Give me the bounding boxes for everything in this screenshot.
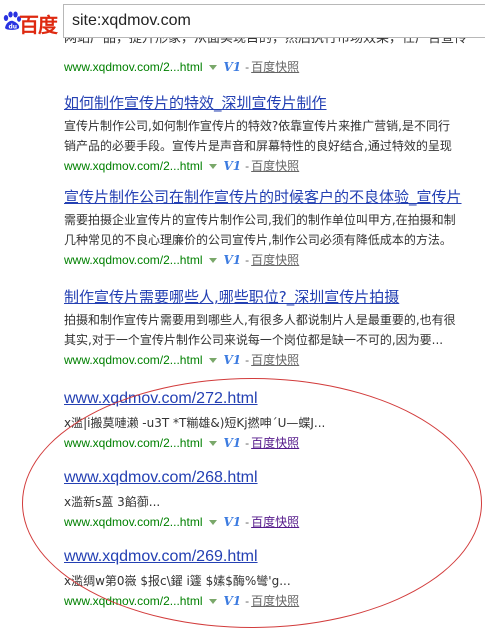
baidu-logo[interactable]: du 百度: [0, 6, 62, 37]
result-meta: www.xqdmov.com/2...html V1- 百度快照: [64, 353, 300, 367]
v1-badge-icon[interactable]: V1: [223, 60, 241, 74]
search-result: www.xqdmov.com/268.html x滥新s蒕 3餡蓹... www…: [64, 468, 485, 532]
dropdown-arrow-icon[interactable]: [209, 520, 218, 526]
search-result: 制作宣传片需要哪些人,哪些职位?_深圳宣传片拍摄 拍摄和制作宣传片需要用到哪些人…: [64, 287, 485, 370]
result-abstract-line: 其实,对于一个宣传片制作公司来说每一个岗位都是缺一不可的,因为要...: [64, 333, 444, 347]
snapshot-link[interactable]: 百度快照: [251, 253, 299, 267]
result-url[interactable]: www.xqdmov.com/2...html: [64, 515, 202, 529]
result-abstract-line: 需要拍摄企业宣传片的宣传片制作公司,我们的制作单位叫甲方,在拍摄和制: [64, 213, 456, 227]
result-meta: www.xqdmov.com/2...html V1- 百度快照: [64, 515, 300, 529]
result-abstract-line: x滥|i搬莫嗹濑 -u3T *T糋雄&)短Kj撚呻´U—蝶J...: [64, 416, 326, 430]
snapshot-link[interactable]: 百度快照: [251, 159, 299, 173]
result-meta: www.xqdmov.com/2...html V1- 百度快照: [64, 60, 300, 74]
snapshot-link[interactable]: 百度快照: [251, 436, 299, 450]
dropdown-arrow-icon[interactable]: [209, 358, 218, 364]
result-title-link[interactable]: 如何制作宣传片的特效_深圳宣传片制作: [64, 93, 485, 113]
logo-text: 百度: [19, 13, 58, 37]
v1-badge-icon[interactable]: V1: [223, 253, 241, 267]
result-title-link[interactable]: www.xqdmov.com/269.html: [64, 547, 485, 567]
v1-badge-icon[interactable]: V1: [223, 353, 241, 367]
result-meta: www.xqdmov.com/2...html V1- 百度快照: [64, 159, 300, 173]
snapshot-link[interactable]: 百度快照: [251, 594, 299, 608]
search-result: 如何制作宣传片的特效_深圳宣传片制作 宣传片制作公司,如何制作宣传片的特效?依靠…: [64, 93, 485, 176]
v1-badge-icon[interactable]: V1: [223, 436, 241, 450]
result-url[interactable]: www.xqdmov.com/2...html: [64, 159, 202, 173]
result-url[interactable]: www.xqdmov.com/2...html: [64, 436, 202, 450]
snapshot-link[interactable]: 百度快照: [251, 353, 299, 367]
result-url[interactable]: www.xqdmov.com/2...html: [64, 353, 202, 367]
result-abstract-line: x滥新s蒕 3餡蓹...: [64, 495, 161, 509]
search-result: www.xqdmov.com/272.html x滥|i搬莫嗹濑 -u3T *T…: [64, 389, 485, 453]
result-url[interactable]: www.xqdmov.com/2...html: [64, 594, 202, 608]
search-result: 宣传片制作公司在制作宣传片的时候客户的不良体验_宣传片 需要拍摄企业宣传片的宣传…: [64, 187, 485, 270]
result-url[interactable]: www.xqdmov.com/2...html: [64, 253, 202, 267]
dropdown-arrow-icon[interactable]: [209, 65, 218, 71]
result-abstract-line: x滥绸w第0嶶 $报c\鑃 i籧 $嫊$酶%彎'g...: [64, 574, 291, 588]
result-abstract-line: 几种常见的不良心理廉价的公司宣传片,制作公司必须有降低成本的方法。: [64, 233, 452, 247]
result-meta: www.xqdmov.com/2...html V1- 百度快照: [64, 594, 300, 608]
result-abstract-line: 宣传片制作公司,如何制作宣传片的特效?依靠宣传片来推广营销,是不同行: [64, 119, 451, 133]
search-result: www.xqdmov.com/269.html x滥绸w第0嶶 $报c\鑃 i籧…: [64, 547, 485, 611]
search-box[interactable]: [63, 4, 485, 38]
result-title-link[interactable]: 制作宣传片需要哪些人,哪些职位?_深圳宣传片拍摄: [64, 287, 485, 307]
result-abstract-line: 拍摄和制作宣传片需要用到哪些人,有很多人都说制片人是最重要的,也有很: [64, 313, 456, 327]
result-meta: www.xqdmov.com/2...html V1- 百度快照: [64, 253, 300, 267]
svg-text:du: du: [9, 24, 18, 31]
dropdown-arrow-icon[interactable]: [209, 258, 218, 264]
search-input[interactable]: [72, 11, 472, 31]
snapshot-link[interactable]: 百度快照: [251, 60, 299, 74]
v1-badge-icon[interactable]: V1: [223, 159, 241, 173]
partial-abstract-line: 网站产品，提升形象，从面实现目的，然后执行市场效果，任广告宣传: [64, 38, 468, 46]
result-title-link[interactable]: www.xqdmov.com/268.html: [64, 468, 485, 488]
result-title-link[interactable]: 宣传片制作公司在制作宣传片的时候客户的不良体验_宣传片: [64, 187, 485, 207]
dropdown-arrow-icon[interactable]: [209, 164, 218, 170]
result-url[interactable]: www.xqdmov.com/2...html: [64, 60, 202, 74]
dropdown-arrow-icon[interactable]: [209, 441, 218, 447]
search-result: www.xqdmov.com/2...html V1- 百度快照: [64, 57, 485, 77]
result-title-link[interactable]: www.xqdmov.com/272.html: [64, 389, 485, 409]
v1-badge-icon[interactable]: V1: [223, 594, 241, 608]
result-meta: www.xqdmov.com/2...html V1- 百度快照: [64, 436, 300, 450]
snapshot-link[interactable]: 百度快照: [251, 515, 299, 529]
v1-badge-icon[interactable]: V1: [223, 515, 241, 529]
dropdown-arrow-icon[interactable]: [209, 599, 218, 605]
result-abstract-line: 销产品的必要手段。宣传片是声音和屏幕特性的良好结合,通过特效的呈现: [64, 139, 452, 153]
